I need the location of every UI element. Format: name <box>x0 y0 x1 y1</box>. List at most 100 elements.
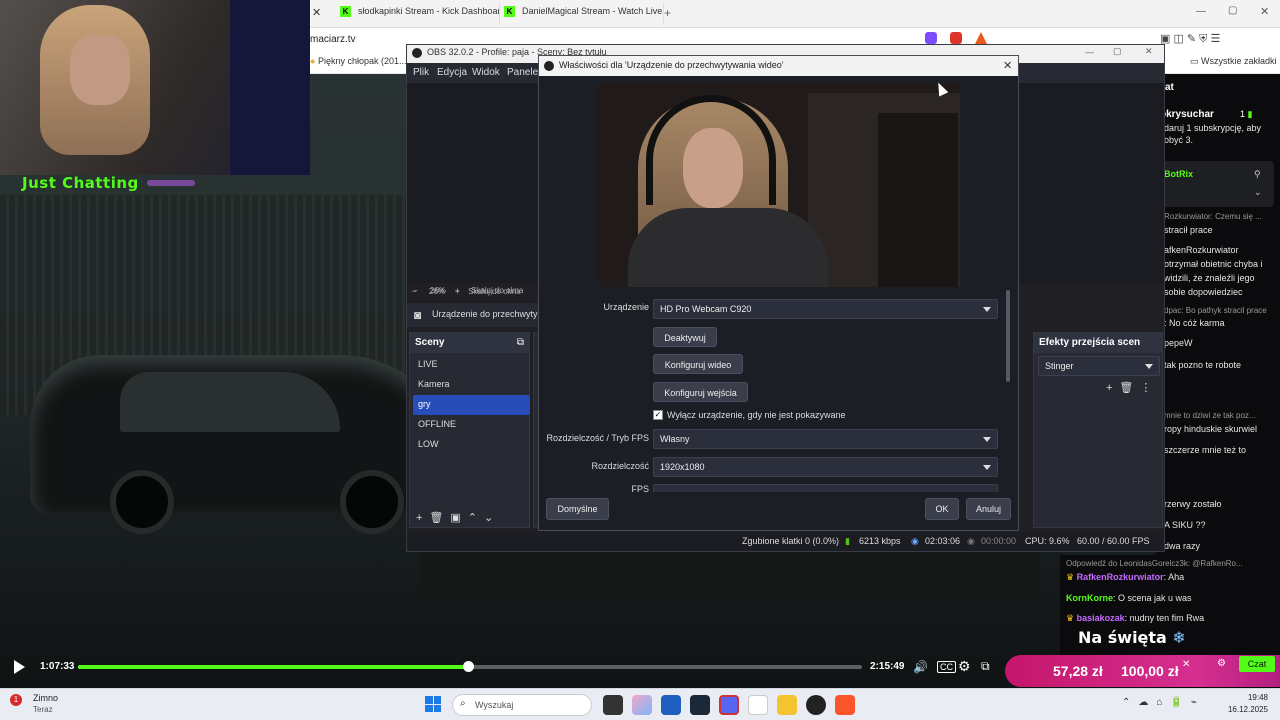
disable-hidden-checkbox[interactable]: ✓ <box>653 410 663 420</box>
resfps-select[interactable]: Własny <box>653 429 998 449</box>
all-bookmarks[interactable]: ▭ Wszystkie zakładki <box>1190 56 1277 67</box>
steam-icon[interactable] <box>690 695 710 715</box>
seek-progress <box>78 665 468 669</box>
browser-tab[interactable]: Ksłodkapinki Stream - Kick Dashboard <box>332 3 500 25</box>
duration: 2:15:49 <box>870 661 905 672</box>
undock-icon[interactable]: ⧉ <box>517 337 524 348</box>
close-icon[interactable]: ✕ <box>1182 659 1190 670</box>
close-icon[interactable]: ✕ <box>1003 59 1012 72</box>
chat-user[interactable]: KornKorne <box>1066 593 1113 603</box>
obs-taskbar-icon[interactable] <box>806 695 826 715</box>
preview-body <box>628 208 828 287</box>
store-icon[interactable] <box>661 695 681 715</box>
close-icon[interactable]: ✕ <box>1145 46 1153 57</box>
scene-item-low[interactable]: LOW <box>413 435 530 455</box>
task-view-icon[interactable] <box>603 695 623 715</box>
bookmark-item[interactable]: ● Piękny chłopak (201... <box>310 56 407 66</box>
donation-goal: 100,00 zł <box>1121 663 1179 679</box>
discord-icon[interactable] <box>719 695 739 715</box>
resolution-select[interactable]: 1920x1080 <box>653 457 998 477</box>
chat-text: : Aha <box>1163 572 1185 582</box>
scene-toolbar[interactable]: +🗑▣⌃⌄ <box>416 511 500 524</box>
settings-gear-icon[interactable]: ⚙ <box>1217 658 1226 669</box>
menu-file[interactable]: Plik <box>413 67 429 78</box>
live-icon: ◉ <box>911 536 919 546</box>
zoom-in-icon[interactable]: + <box>455 287 460 296</box>
chat-message: rzerwy zostało <box>1164 499 1222 509</box>
ok-button[interactable]: OK <box>925 498 959 520</box>
pip-icon[interactable]: ⧉ <box>981 659 990 674</box>
dialog-scrollbar[interactable] <box>1006 290 1010 382</box>
toolbar-icons[interactable]: ▣ ◫ ✎ ⛨ ☰ <box>1160 32 1220 46</box>
chat-message: szczerze mnie też to <box>1164 445 1247 455</box>
fit-window-button[interactable]: Skaluj do okna <box>468 287 520 296</box>
scene-item-kamera[interactable]: Kamera <box>413 375 530 395</box>
settings-gear-icon[interactable]: ⚙ <box>958 658 971 675</box>
seek-knob[interactable] <box>462 661 474 672</box>
browser-tab[interactable]: K DanielMagical Stream - Watch Live o <box>496 3 664 25</box>
tab-label: słodkapinki Stream - Kick Dashboard <box>358 6 500 16</box>
gift-user: okrysuchar <box>1160 109 1214 120</box>
resfps-label: Rozdzielczość / Tryb FPS <box>546 433 649 443</box>
new-tab-icon[interactable]: + <box>664 6 671 20</box>
device-select[interactable]: HD Pro Webcam C920 <box>653 299 998 319</box>
fps-label: FPS <box>631 484 649 492</box>
chevron-down-icon[interactable]: ⌄ <box>1254 187 1262 198</box>
brave-shield-icon[interactable] <box>950 32 962 44</box>
bookmark-favicon-icon: ● <box>310 56 316 66</box>
brave-rewards-icon[interactable] <box>975 32 987 44</box>
cancel-button[interactable]: Anuluj <box>966 498 1011 520</box>
tray-icons[interactable]: ⌃☁⌂🔋⌁ <box>1122 697 1205 708</box>
dialog-zoom-row <box>539 287 1018 299</box>
zoom-out-icon[interactable]: − <box>412 287 417 296</box>
chat-message: KornKorne: O scena jak u was <box>1066 593 1280 603</box>
maximize-icon[interactable]: ▢ <box>1113 46 1122 57</box>
chat-message: dwa razy <box>1164 541 1201 551</box>
minimize-icon[interactable]: — <box>1196 6 1206 17</box>
minimize-icon[interactable]: — <box>1085 47 1094 57</box>
configure-video-button[interactable]: Konfiguruj wideo <box>653 354 743 374</box>
taskbar-search[interactable]: ⌕ Wyszukaj <box>452 694 592 716</box>
fps-select[interactable] <box>653 484 998 492</box>
rec-time: 00:00:00 <box>981 536 1017 546</box>
scene-item-offline[interactable]: OFFLINE <box>413 415 530 435</box>
deactivate-button[interactable]: Deaktywuj <box>653 327 717 347</box>
video-car-window <box>120 372 340 432</box>
copilot-icon[interactable] <box>632 695 652 715</box>
defaults-button[interactable]: Domyślne <box>546 498 609 520</box>
chat-button[interactable]: Czat <box>1239 656 1275 672</box>
donation-amount: 57,28 zł <box>1053 663 1103 679</box>
pinned-message[interactable]: BotRix ⚲ ⌄ <box>1156 161 1274 207</box>
scene-item-live[interactable]: LIVE <box>413 355 530 375</box>
windows-start-icon[interactable] <box>425 696 441 712</box>
brave-taskbar-icon[interactable] <box>835 695 855 715</box>
menu-edit[interactable]: Edycja <box>437 67 467 78</box>
transitions-dock: Efekty przejścia scen Stinger +🗑⋮ <box>1033 332 1163 528</box>
close-tab-icon[interactable]: ✕ <box>312 6 321 19</box>
scene-item-gry[interactable]: gry <box>413 395 530 415</box>
transition-select[interactable]: Stinger <box>1038 356 1160 376</box>
weather-widget[interactable]: 1 <box>10 694 30 714</box>
play-icon[interactable] <box>14 660 25 674</box>
chat-user[interactable]: basiakozak <box>1077 613 1125 623</box>
transition-toolbar[interactable]: +🗑⋮ <box>1106 381 1158 394</box>
menu-view[interactable]: Widok <box>472 67 500 78</box>
scenes-title: Sceny ⧉ <box>410 333 529 353</box>
search-placeholder: Wyszukaj <box>475 700 514 710</box>
volume-icon[interactable]: 🔊 <box>913 660 928 674</box>
configure-input-button[interactable]: Konfiguruj wejścia <box>653 382 748 402</box>
maximize-icon[interactable]: ▢ <box>1228 5 1237 16</box>
notepad-icon[interactable] <box>748 695 768 715</box>
menu-docks[interactable]: Panele <box>507 67 538 78</box>
close-window-icon[interactable]: ✕ <box>1260 5 1269 18</box>
chat-user[interactable]: RafkenRozkurwiator <box>1077 572 1164 582</box>
clock-date: 16.12.2025 <box>1227 705 1268 714</box>
captions-icon[interactable]: CC <box>937 661 956 673</box>
unpin-icon[interactable]: ⚲ <box>1254 169 1261 180</box>
camera-icon: ◙ <box>414 308 422 322</box>
sub-badge-icon: ♛ <box>1066 572 1075 582</box>
file-explorer-icon[interactable] <box>777 695 797 715</box>
dialog-title: Właściwości dla 'Urządzenie do przechwyt… <box>559 60 784 70</box>
extension-icon[interactable] <box>925 32 937 44</box>
cpu-usage: CPU: 9.6% <box>1025 536 1070 546</box>
